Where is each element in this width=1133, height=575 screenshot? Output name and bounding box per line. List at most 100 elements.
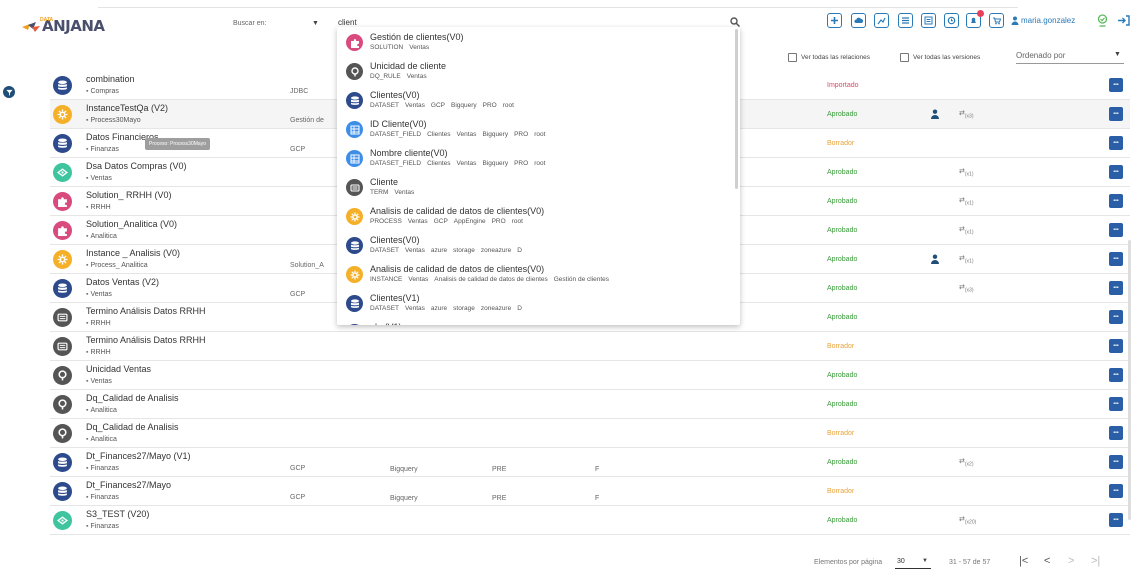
row-menu-button[interactable]: •••: [1109, 165, 1123, 179]
row-menu-button[interactable]: •••: [1109, 455, 1123, 469]
row-name-link[interactable]: S3_TEST (V20): [86, 509, 149, 519]
chevron-down-icon[interactable]: ▼: [1114, 51, 1121, 58]
prev-page-button[interactable]: <: [1044, 555, 1050, 567]
domain-icon: ▪: [86, 204, 89, 211]
filter-toggle-button[interactable]: [3, 86, 15, 98]
suggestion-item[interactable]: Gestión de clientes(V0) SOLUTION Ventas: [337, 27, 740, 56]
add-button[interactable]: [827, 13, 842, 28]
suggestion-item[interactable]: Analisis de calidad de datos de clientes…: [337, 259, 740, 288]
row-menu-button[interactable]: •••: [1109, 368, 1123, 382]
suggestions-scrollbar[interactable]: [735, 29, 738, 189]
suggestion-item[interactable]: Analisis de calidad de datos de clientes…: [337, 201, 740, 230]
user-name[interactable]: maria.gonzalez: [1021, 16, 1075, 25]
order-select[interactable]: Ordenado por: [1016, 51, 1065, 60]
domain-icon: ▪: [86, 407, 89, 414]
row-name-link[interactable]: InstanceTestQa (V2): [86, 103, 168, 113]
help-icon[interactable]: [1096, 14, 1109, 27]
table-row[interactable]: Termino Análisis Datos RRHH ▪ RRHH Borrador…: [50, 332, 1130, 361]
table-row[interactable]: Dq_Calidad de Analisis ▪ Analitica Borrador…: [50, 419, 1130, 448]
row-name-link[interactable]: Solution_ RRHH (V0): [86, 190, 172, 200]
suggestion-item[interactable]: abc(V1): [337, 317, 740, 325]
suggestion-meta: DATASET Ventas azure storage zoneazure D: [370, 247, 528, 254]
next-page-button[interactable]: >: [1068, 555, 1074, 567]
row-name-link[interactable]: combination: [86, 74, 135, 84]
tasks-button[interactable]: [921, 13, 936, 28]
lineage-button[interactable]: [874, 13, 889, 28]
search-scope-dropdown[interactable]: ▼: [312, 20, 319, 27]
relations-count-text: (x2): [964, 461, 974, 468]
table-row[interactable]: Unicidad Ventas ▪ Ventas Aprobado •••: [50, 361, 1130, 390]
first-page-button[interactable]: |<: [1019, 555, 1028, 567]
row-name-link[interactable]: Dsa Datos Compras (V0): [86, 161, 187, 171]
row-menu-button[interactable]: •••: [1109, 252, 1123, 266]
row-menu-button[interactable]: •••: [1109, 223, 1123, 237]
row-name-link[interactable]: Termino Análisis Datos RRHH: [86, 306, 206, 316]
cart-button[interactable]: [989, 13, 1004, 28]
suggestion-meta: TERM Ventas: [370, 189, 420, 196]
row-domain-text: Compras: [90, 88, 119, 95]
table-row[interactable]: Dq_Calidad de Analisis ▪ Analitica Aprobado…: [50, 390, 1130, 419]
row-name-link[interactable]: Dt_Finances27/Mayo (V1): [86, 451, 191, 461]
domain-icon: ▪: [86, 523, 89, 530]
row-name-link[interactable]: Dq_Calidad de Analisis: [86, 393, 179, 403]
dq-type-icon: [53, 366, 72, 385]
process-type-icon: [346, 208, 363, 225]
row-name-link[interactable]: Instance _ Analisis (V0): [86, 248, 180, 258]
row-menu-button[interactable]: •••: [1109, 281, 1123, 295]
logo[interactable]: ANJANA: [22, 13, 105, 35]
row-menu-button[interactable]: •••: [1109, 107, 1123, 121]
suggestion-item[interactable]: Clientes(V1) DATASET Ventas azure storage zon…: [337, 288, 740, 317]
relations-count-text: (x20): [964, 519, 977, 526]
results-scrollbar[interactable]: [1128, 240, 1131, 520]
search-icon[interactable]: [730, 17, 740, 27]
suggestion-item[interactable]: Clientes(V0) DATASET Ventas azure storage zon…: [337, 230, 740, 259]
row-menu-button[interactable]: •••: [1109, 194, 1123, 208]
table-row[interactable]: Dt_Finances27/Mayo ▪ Finanzas GCP Bigquery PR…: [50, 477, 1130, 506]
suggestion-meta-item: Clientes: [427, 131, 451, 138]
suggestion-meta-item: DATASET: [370, 305, 400, 312]
row-menu-button[interactable]: •••: [1109, 513, 1123, 527]
suggestion-item[interactable]: Unicidad de cliente DQ_RULE Ventas: [337, 56, 740, 85]
history-button[interactable]: [944, 13, 959, 28]
row-name-link[interactable]: Dt_Finances27/Mayo: [86, 480, 171, 490]
suggestion-item[interactable]: Nombre cliente(V0) DATASET_FIELD Clientes V…: [337, 143, 740, 172]
row-menu-button[interactable]: •••: [1109, 484, 1123, 498]
row-name-link[interactable]: Solution_Analitica (V0): [86, 219, 177, 229]
list-button[interactable]: [898, 13, 913, 28]
logout-icon[interactable]: [1117, 14, 1130, 27]
dataset-type-icon: [346, 324, 363, 325]
row-menu-button[interactable]: •••: [1109, 310, 1123, 324]
page-size-select[interactable]: 30: [897, 558, 905, 565]
row-menu-button[interactable]: •••: [1109, 426, 1123, 440]
row-name-link[interactable]: Termino Análisis Datos RRHH: [86, 335, 206, 345]
suggestion-title: Unicidad de cliente: [370, 61, 447, 71]
relations-count-text: (x3): [964, 113, 974, 120]
row-domain-text: RRHH: [90, 204, 111, 211]
last-page-button[interactable]: >|: [1091, 555, 1100, 567]
dataset-type-icon: [53, 453, 72, 472]
row-menu-button[interactable]: •••: [1109, 339, 1123, 353]
suggestion-meta-item: GCP: [430, 102, 445, 109]
row-name-link[interactable]: Dq_Calidad de Analisis: [86, 422, 179, 432]
table-row[interactable]: Dt_Finances27/Mayo (V1) ▪ Finanzas GCP Bigqu…: [50, 448, 1130, 477]
bell-icon: [971, 17, 976, 23]
relations-count: ⇄(x3): [959, 109, 974, 119]
suggestion-meta-item: Ventas: [456, 131, 477, 138]
relations-checkbox[interactable]: [788, 53, 797, 62]
suggestion-meta-item: Ventas: [407, 218, 428, 225]
row-domain: ▪ Finanzas: [86, 523, 119, 530]
row-menu-button[interactable]: •••: [1109, 78, 1123, 92]
suggestion-item[interactable]: ID Cliente(V0) DATASET_FIELD Clientes Venta…: [337, 114, 740, 143]
suggestion-meta-item: Clientes: [427, 160, 451, 167]
page-size-chevron-icon[interactable]: ▼: [922, 558, 928, 564]
row-name-link[interactable]: Datos Ventas (V2): [86, 277, 159, 287]
row-menu-button[interactable]: •••: [1109, 397, 1123, 411]
row-menu-button[interactable]: •••: [1109, 136, 1123, 150]
suggestion-item[interactable]: Cliente TERM Ventas: [337, 172, 740, 201]
upload-button[interactable]: [851, 13, 866, 28]
table-row[interactable]: S3_TEST (V20) ▪ Finanzas Aprobado ⇄(x20) •••: [50, 506, 1130, 535]
row-name-link[interactable]: Unicidad Ventas: [86, 364, 151, 374]
versions-checkbox[interactable]: [900, 53, 909, 62]
suggestion-item[interactable]: Clientes(V0) DATASET Ventas GCP Bigquery PRO r…: [337, 85, 740, 114]
field-type-icon: [346, 150, 363, 167]
